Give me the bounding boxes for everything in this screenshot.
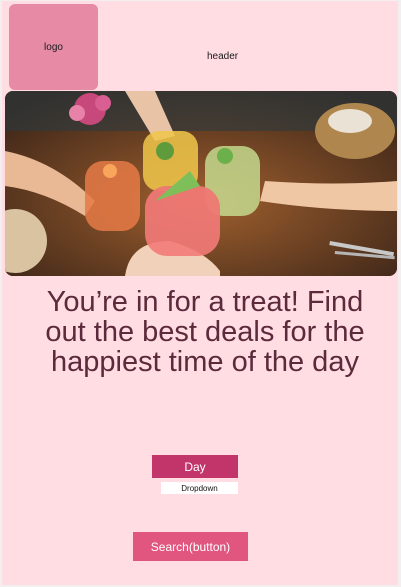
day-button[interactable]: Day <box>152 455 238 478</box>
day-dropdown[interactable]: Dropdown <box>161 482 238 494</box>
hero-illustration <box>5 91 397 276</box>
logo-label: logo <box>44 41 63 53</box>
logo[interactable]: logo <box>9 4 98 90</box>
hero-image <box>5 91 397 276</box>
search-button[interactable]: Search(button) <box>133 532 248 561</box>
header-label: header <box>207 51 239 62</box>
headline: You’re in for a treat! Find out the best… <box>45 286 365 378</box>
